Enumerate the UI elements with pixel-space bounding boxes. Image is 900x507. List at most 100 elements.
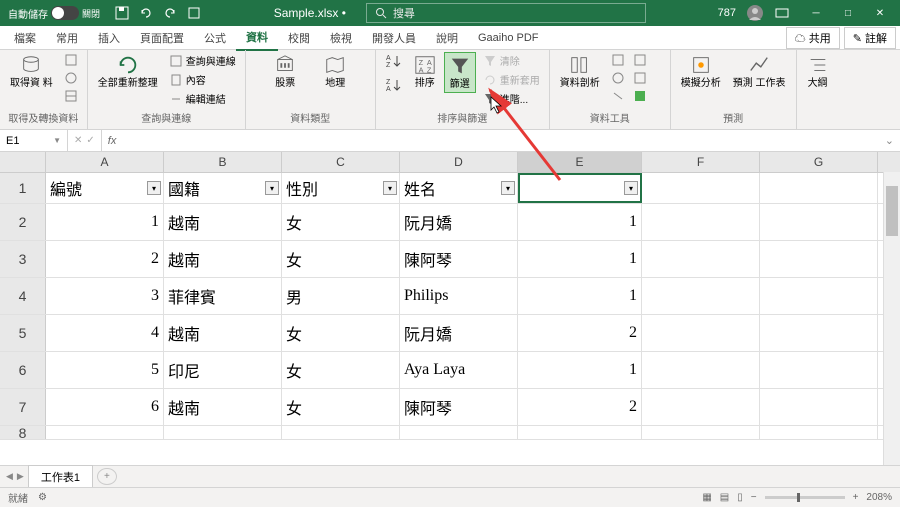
filter-dropdown-icon[interactable]: ▾ — [383, 181, 397, 195]
forecast-sheet-button[interactable]: 預測 工作表 — [729, 52, 790, 91]
row-header[interactable]: 4 — [0, 278, 46, 314]
col-header-C[interactable]: C — [282, 152, 400, 172]
row-header[interactable]: 3 — [0, 241, 46, 277]
cell[interactable]: 女 — [282, 389, 400, 425]
col-header-E[interactable]: E — [518, 152, 642, 172]
row-header[interactable]: 2 — [0, 204, 46, 240]
cell[interactable]: 男 — [282, 278, 400, 314]
edit-links-button[interactable]: 編輯連結 — [166, 90, 239, 107]
cell[interactable] — [642, 389, 760, 425]
filter-dropdown-icon[interactable]: ▾ — [501, 181, 515, 195]
properties-button[interactable]: 內容 — [166, 71, 239, 88]
cell[interactable]: 女 — [282, 241, 400, 277]
tab-home[interactable]: 常用 — [46, 26, 88, 50]
flash-fill-icon[interactable] — [608, 52, 628, 68]
tab-developer[interactable]: 開發人員 — [362, 26, 426, 50]
zoom-level[interactable]: 208% — [866, 492, 892, 503]
cell[interactable] — [164, 426, 282, 440]
consolidate-icon[interactable] — [630, 70, 650, 86]
cell[interactable] — [760, 389, 878, 425]
tab-file[interactable]: 檔案 — [4, 26, 46, 50]
cell[interactable]: 越南 — [164, 389, 282, 425]
tab-view[interactable]: 檢視 — [320, 26, 362, 50]
cell[interactable] — [760, 352, 878, 388]
cell[interactable]: 編號▾ — [46, 173, 164, 203]
cell[interactable]: 性別▾ — [282, 173, 400, 203]
comments-button[interactable]: ✎ 註解 — [844, 27, 896, 49]
cell[interactable] — [642, 315, 760, 351]
sheet-nav-next-icon[interactable]: ▶ — [17, 471, 24, 482]
cell[interactable]: 女 — [282, 315, 400, 351]
cell[interactable] — [642, 352, 760, 388]
row-header[interactable]: 1 — [0, 173, 46, 203]
redo-icon[interactable] — [162, 5, 178, 21]
view-page-break-icon[interactable]: ▯ — [737, 492, 743, 503]
cell[interactable] — [642, 426, 760, 440]
from-table-icon[interactable] — [61, 88, 81, 104]
sheet-tab[interactable]: 工作表1 — [28, 465, 93, 488]
text-to-columns-button[interactable]: 資料剖析 — [556, 52, 604, 91]
filter-dropdown-icon[interactable]: ▾ — [265, 181, 279, 195]
filter-dropdown-icon[interactable]: ▾ — [147, 181, 161, 195]
minimize-button[interactable]: ─ — [800, 0, 832, 26]
advanced-button[interactable]: 進階... — [480, 90, 543, 107]
expand-formula-icon[interactable]: ⌄ — [879, 134, 900, 147]
sort-button[interactable]: ZAAZ 排序 — [410, 52, 440, 91]
cell[interactable] — [642, 173, 760, 203]
what-if-button[interactable]: 模擬分析 — [677, 52, 725, 91]
data-validation-icon[interactable] — [608, 70, 628, 86]
cell[interactable] — [642, 241, 760, 277]
cell[interactable]: 越南 — [164, 241, 282, 277]
tab-help[interactable]: 說明 — [426, 26, 468, 50]
zoom-in-button[interactable]: + — [853, 492, 859, 503]
data-model-icon[interactable] — [630, 88, 650, 104]
accessibility-icon[interactable]: ⚙ — [38, 492, 47, 503]
autosave-toggle[interactable]: 自動儲存 關閉 — [4, 6, 104, 21]
toggle-switch[interactable] — [51, 6, 79, 20]
cell[interactable] — [400, 426, 518, 440]
cell[interactable]: Aya Laya — [400, 352, 518, 388]
cell[interactable]: 女 — [282, 204, 400, 240]
stocks-button[interactable]: 股票 — [270, 52, 300, 91]
cell[interactable]: 阮月嬌 — [400, 204, 518, 240]
save-icon[interactable] — [114, 5, 130, 21]
share-button[interactable]: ☁ 共用 — [786, 27, 840, 49]
filter-dropdown-icon[interactable]: ▾ — [624, 181, 638, 195]
cell[interactable]: 1 — [518, 278, 642, 314]
tab-layout[interactable]: 頁面配置 — [130, 26, 194, 50]
cell[interactable]: 印尼 — [164, 352, 282, 388]
cell[interactable]: 1 — [518, 204, 642, 240]
cell-selected[interactable]: ▾ — [518, 173, 642, 203]
cell[interactable]: 4 — [46, 315, 164, 351]
search-box[interactable]: 搜尋 — [366, 3, 646, 23]
cell[interactable]: 1 — [518, 352, 642, 388]
cell[interactable] — [760, 204, 878, 240]
outline-button[interactable]: 大綱 — [803, 52, 833, 91]
relationships-icon[interactable] — [608, 88, 628, 104]
clear-filter-button[interactable]: 清除 — [480, 52, 543, 69]
get-data-button[interactable]: 取得資 料 — [6, 52, 57, 91]
tab-review[interactable]: 校閱 — [278, 26, 320, 50]
view-page-layout-icon[interactable]: ▤ — [720, 492, 729, 503]
row-header[interactable]: 6 — [0, 352, 46, 388]
cell[interactable]: 6 — [46, 389, 164, 425]
tab-data[interactable]: 資料 — [236, 25, 278, 51]
cell[interactable] — [760, 173, 878, 203]
cell[interactable]: 菲律賓 — [164, 278, 282, 314]
cell[interactable]: 阮月嬌 — [400, 315, 518, 351]
cell[interactable]: 3 — [46, 278, 164, 314]
fx-icon[interactable]: fx — [102, 135, 123, 147]
from-text-icon[interactable] — [61, 52, 81, 68]
sort-asc-icon[interactable]: AZ — [382, 52, 406, 70]
undo-icon[interactable] — [138, 5, 154, 21]
touch-mode-icon[interactable] — [186, 5, 202, 21]
col-header-D[interactable]: D — [400, 152, 518, 172]
col-header-A[interactable]: A — [46, 152, 164, 172]
cell[interactable] — [760, 426, 878, 440]
cell[interactable] — [518, 426, 642, 440]
user-avatar-icon[interactable] — [746, 4, 764, 22]
remove-duplicates-icon[interactable] — [630, 52, 650, 68]
cell[interactable]: 越南 — [164, 315, 282, 351]
cell[interactable]: 國籍▾ — [164, 173, 282, 203]
sort-desc-icon[interactable]: ZA — [382, 76, 406, 94]
